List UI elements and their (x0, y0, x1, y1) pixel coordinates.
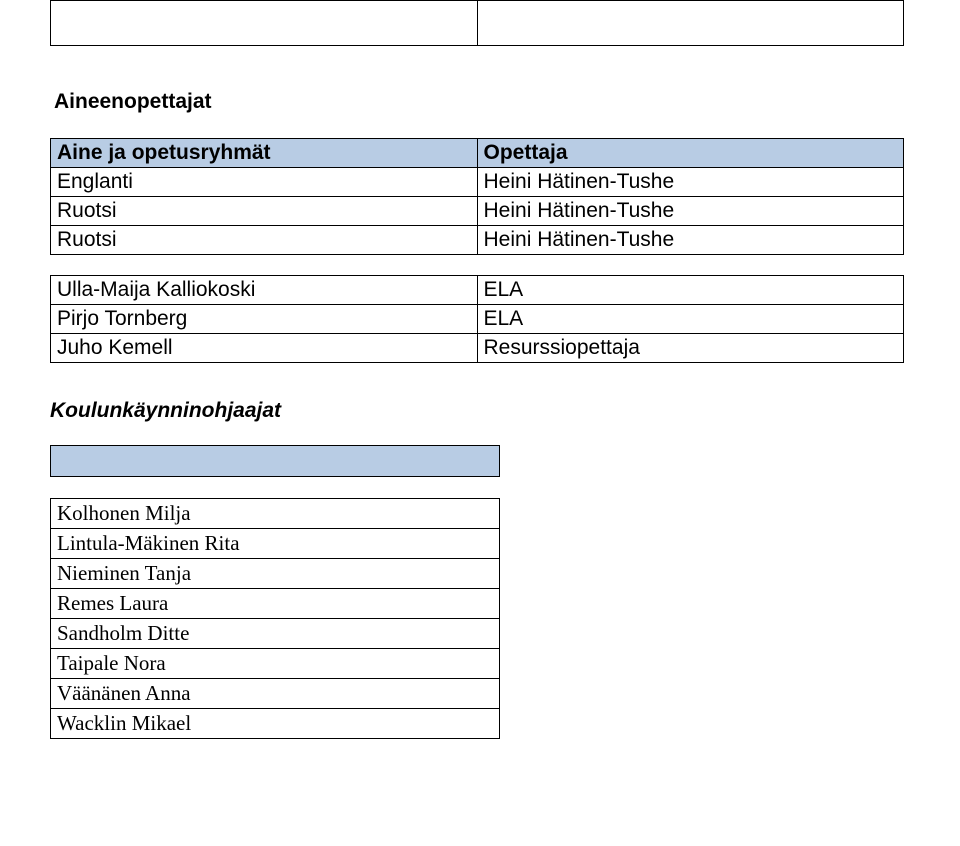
table-row: Sandholm Ditte (51, 619, 500, 649)
cell-aine: Ruotsi (51, 226, 478, 255)
section-title-aineenopettajat: Aineenopettajat (54, 90, 904, 114)
cell-name: Lintula-Mäkinen Rita (51, 529, 500, 559)
cell-name: Wacklin Mikael (51, 709, 500, 739)
table-row: Nieminen Tanja (51, 559, 500, 589)
column-header-opettaja: Opettaja (477, 139, 904, 168)
empty-cell (51, 477, 500, 499)
cell-name: Sandholm Ditte (51, 619, 500, 649)
ohjaajat-header-cell (51, 446, 500, 477)
ohjaajat-table: Kolhonen Milja Lintula-Mäkinen Rita Niem… (50, 445, 500, 739)
cell-name: Ulla-Maija Kalliokoski (51, 276, 478, 305)
cell-role: ELA (477, 276, 904, 305)
table-row: Lintula-Mäkinen Rita (51, 529, 500, 559)
cell-name: Taipale Nora (51, 649, 500, 679)
top-empty-table (50, 0, 904, 46)
cell-name: Väänänen Anna (51, 679, 500, 709)
aine-opettaja-table: Aine ja opetusryhmät Opettaja Englanti H… (50, 138, 904, 255)
cell-role: Resurssiopettaja (477, 334, 904, 363)
cell-opettaja: Heini Hätinen-Tushe (477, 168, 904, 197)
cell-aine: Ruotsi (51, 197, 478, 226)
spacer-row (51, 477, 500, 499)
cell-name: Nieminen Tanja (51, 559, 500, 589)
table-row: Wacklin Mikael (51, 709, 500, 739)
cell-role: ELA (477, 305, 904, 334)
table-row: Englanti Heini Hätinen-Tushe (51, 168, 904, 197)
empty-cell (477, 1, 904, 46)
table-row: Väänänen Anna (51, 679, 500, 709)
table-row: Pirjo Tornberg ELA (51, 305, 904, 334)
cell-aine: Englanti (51, 168, 478, 197)
empty-cell (51, 1, 478, 46)
table-row: Remes Laura (51, 589, 500, 619)
cell-name: Pirjo Tornberg (51, 305, 478, 334)
cell-opettaja: Heini Hätinen-Tushe (477, 197, 904, 226)
table-row: Ruotsi Heini Hätinen-Tushe (51, 197, 904, 226)
table-header-row (51, 446, 500, 477)
cell-name: Juho Kemell (51, 334, 478, 363)
table-row (51, 1, 904, 46)
cell-name: Kolhonen Milja (51, 499, 500, 529)
table-row: Ruotsi Heini Hätinen-Tushe (51, 226, 904, 255)
section-title-koulunkaynninohjaajat: Koulunkäynninohjaajat (50, 399, 904, 423)
table-row: Kolhonen Milja (51, 499, 500, 529)
table-row: Ulla-Maija Kalliokoski ELA (51, 276, 904, 305)
table-header-row: Aine ja opetusryhmät Opettaja (51, 139, 904, 168)
column-header-aine: Aine ja opetusryhmät (51, 139, 478, 168)
cell-name: Remes Laura (51, 589, 500, 619)
table-row: Juho Kemell Resurssiopettaja (51, 334, 904, 363)
table-row: Taipale Nora (51, 649, 500, 679)
ela-resurssi-table: Ulla-Maija Kalliokoski ELA Pirjo Tornber… (50, 275, 904, 363)
cell-opettaja: Heini Hätinen-Tushe (477, 226, 904, 255)
